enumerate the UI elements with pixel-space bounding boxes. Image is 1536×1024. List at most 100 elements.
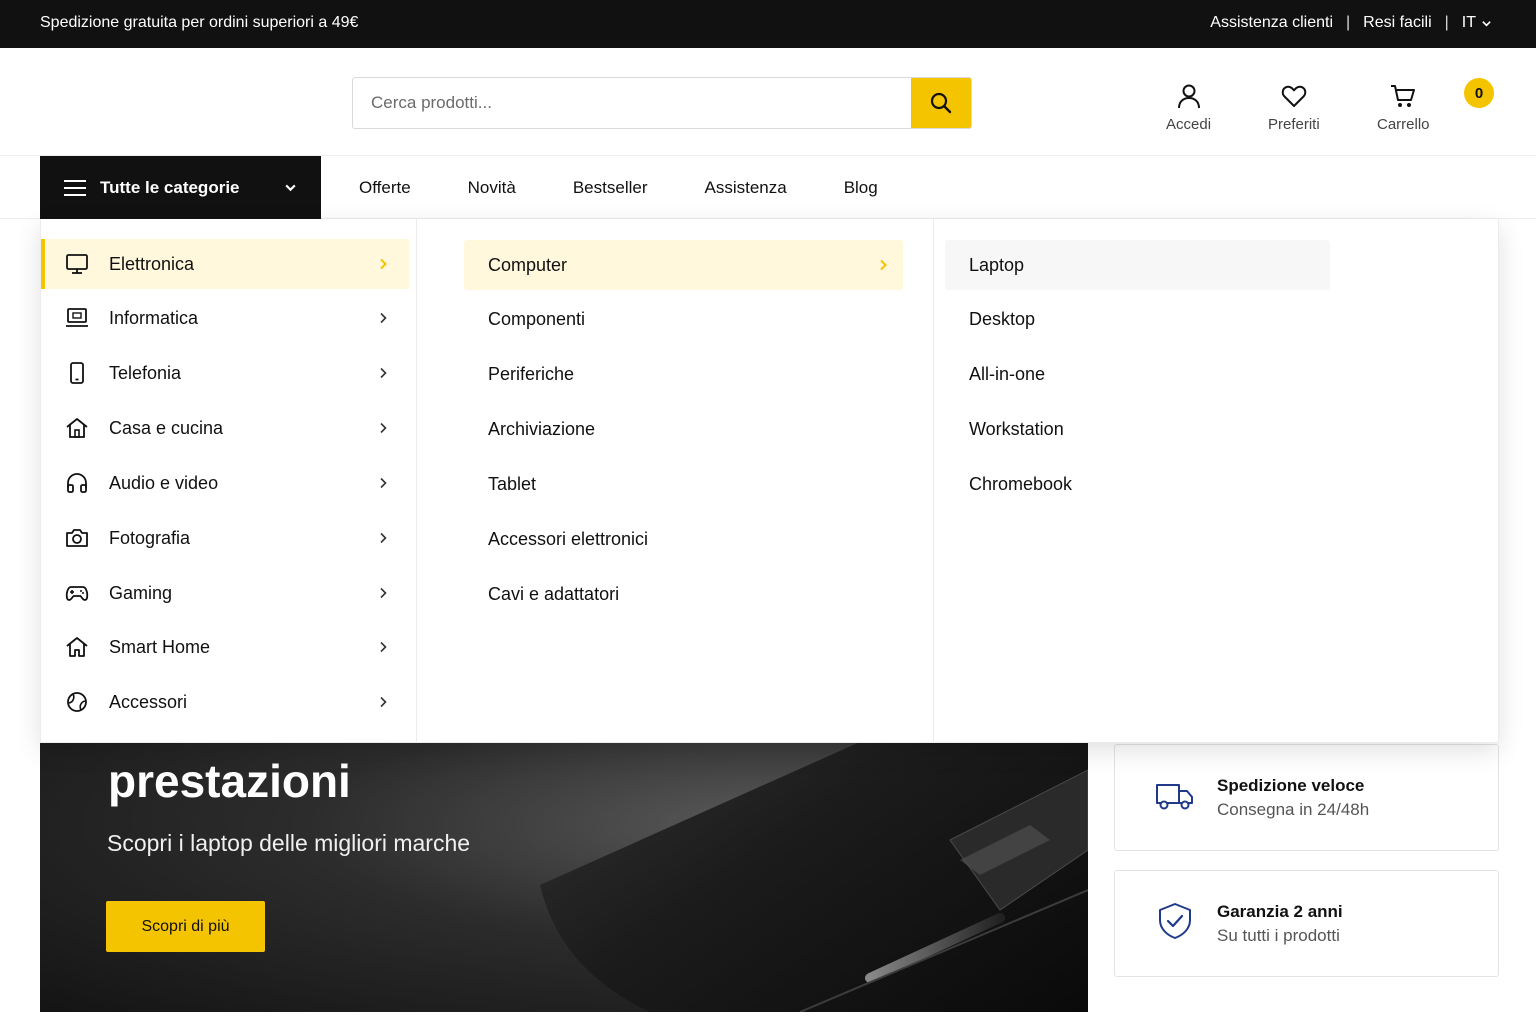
feature-card-shipping: Spedizione veloce Consegna in 24/48h (1114, 744, 1499, 851)
feature-subtitle: Consegna in 24/48h (1217, 800, 1370, 819)
divider: | (1444, 14, 1449, 31)
category-item-audio-e-video[interactable]: Audio e video (41, 458, 409, 508)
chevron-right-icon (380, 422, 387, 434)
nav-link-novita[interactable]: Novità (468, 178, 516, 198)
subcategory-label: Cavi e adattatori (488, 583, 620, 604)
subcategory-item-computer[interactable]: Computer (464, 240, 903, 290)
category-item-accessori[interactable]: Accessori (41, 677, 409, 727)
main-nav: Tutte le categorie Offerte Novità Bestse… (0, 156, 1536, 219)
category-item-casa-e-cucina[interactable]: Casa e cucina (41, 403, 409, 453)
product-type-all-in-one[interactable]: All-in-one (945, 349, 1330, 399)
category-list: Elettronica Informatica Telefonia Casa e… (41, 219, 417, 743)
nav-link-offerte[interactable]: Offerte (359, 178, 411, 198)
nav-links: Offerte Novità Bestseller Assistenza Blo… (359, 178, 935, 198)
product-type-chromebook[interactable]: Chromebook (945, 459, 1330, 509)
category-item-fotografia[interactable]: Fotografia (41, 513, 409, 563)
favorites-label: Preferiti (1268, 116, 1320, 133)
chevron-right-icon (380, 696, 387, 708)
chevron-right-icon (380, 641, 387, 653)
top-links: Assistenza clienti | Resi facili | IT (1210, 14, 1492, 32)
hero-banner: prestazioni Scopri i laptop delle miglio… (40, 700, 1088, 1012)
category-label: Audio e video (109, 472, 219, 493)
search-input[interactable] (353, 78, 911, 128)
all-categories-button[interactable]: Tutte le categorie (40, 156, 321, 219)
easy-returns-link[interactable]: Resi facili (1363, 14, 1431, 32)
subcategory-item-cavi-e-adattatori[interactable]: Cavi e adattatori (464, 569, 903, 619)
subcategory-item-accessori-elettronici[interactable]: Accessori elettronici (464, 514, 903, 564)
product-type-list: Laptop Desktop All-in-one Workstation Ch… (934, 219, 1500, 743)
subcategory-item-tablet[interactable]: Tablet (464, 459, 903, 509)
category-label: Fotografia (109, 527, 191, 548)
laptop-icon (66, 308, 88, 327)
subcategory-label: Accessori elettronici (488, 528, 649, 549)
category-label: Casa e cucina (109, 417, 224, 438)
subcategory-label: Tablet (488, 473, 537, 494)
subcategory-label: Periferiche (488, 363, 575, 384)
headphones-icon (67, 473, 87, 493)
category-item-elettronica[interactable]: Elettronica (41, 239, 409, 289)
chevron-right-icon (380, 532, 387, 544)
subcategory-label: Componenti (488, 308, 586, 329)
hero-subtitle: Scopri i laptop delle migliori marche (107, 830, 471, 856)
chevron-right-icon (380, 367, 387, 379)
user-icon (1177, 84, 1200, 109)
chevron-right-icon (380, 587, 387, 599)
subcategory-list: Computer Componenti Periferiche Archivia… (417, 219, 934, 743)
subcategory-label: Archiviazione (488, 418, 596, 439)
subcategory-item-periferiche[interactable]: Periferiche (464, 349, 903, 399)
site-header: Accedi Preferiti Carrello 0 (0, 48, 1536, 156)
category-item-telefonia[interactable]: Telefonia (41, 348, 409, 398)
smart-home-icon (66, 637, 88, 657)
category-label: Smart Home (109, 636, 211, 657)
search-button[interactable] (911, 78, 971, 128)
chevron-right-icon (880, 259, 887, 271)
language-selector[interactable]: IT (1462, 14, 1492, 32)
camera-icon (66, 529, 88, 547)
hero-title: prestazioni (108, 755, 351, 807)
truck-icon (1156, 784, 1193, 810)
category-item-gaming[interactable]: Gaming (41, 568, 409, 618)
top-bar: Spedizione gratuita per ordini superiori… (0, 0, 1536, 48)
menu-icon (64, 179, 86, 196)
cart-button[interactable]: Carrello (1377, 82, 1430, 133)
subcategory-item-componenti[interactable]: Componenti (464, 294, 903, 344)
category-item-informatica[interactable]: Informatica (41, 293, 409, 343)
product-type-desktop[interactable]: Desktop (945, 294, 1330, 344)
heart-icon (1281, 85, 1307, 107)
feature-title: Spedizione veloce (1217, 776, 1365, 795)
category-label: Telefonia (109, 362, 182, 383)
house-icon (66, 418, 88, 438)
shield-check-icon (1159, 903, 1191, 939)
subcategory-label: Computer (488, 254, 568, 275)
product-type-laptop[interactable]: Laptop (945, 240, 1330, 290)
login-label: Accedi (1166, 116, 1212, 133)
chevron-right-icon (380, 477, 387, 489)
shipping-promo: Spedizione gratuita per ordini superiori… (40, 14, 359, 31)
gamepad-icon (65, 586, 89, 601)
favorites-button[interactable]: Preferiti (1268, 82, 1320, 133)
discover-more-button[interactable]: Scopri di più (106, 901, 265, 952)
chevron-down-icon (1482, 20, 1491, 27)
product-type-workstation[interactable]: Workstation (945, 404, 1330, 454)
smartphone-icon (70, 362, 84, 384)
nav-link-bestseller[interactable]: Bestseller (573, 178, 648, 198)
subcategory-item-archiviazione[interactable]: Archiviazione (464, 404, 903, 454)
nav-link-blog[interactable]: Blog (844, 178, 878, 198)
category-item-smart-home[interactable]: Smart Home (41, 622, 409, 672)
feature-title: Garanzia 2 anni (1217, 902, 1343, 921)
feature-card-warranty: Garanzia 2 anni Su tutti i prodotti (1114, 870, 1499, 977)
login-button[interactable]: Accedi (1166, 82, 1211, 133)
category-label: Informatica (109, 307, 199, 328)
search-bar (352, 77, 972, 129)
language-label: IT (1461, 14, 1476, 31)
category-label: Gaming (109, 582, 173, 603)
divider: | (1346, 14, 1351, 31)
chevron-right-icon (380, 312, 387, 324)
customer-support-link[interactable]: Assistenza clienti (1210, 14, 1333, 32)
nav-link-assistenza[interactable]: Assistenza (704, 178, 786, 198)
cart-label: Carrello (1377, 116, 1430, 133)
cart-count-badge: 0 (1464, 78, 1494, 108)
chevron-right-icon (380, 258, 387, 270)
feature-subtitle: Su tutti i prodotti (1217, 926, 1340, 945)
mega-menu: Elettronica Informatica Telefonia Casa e… (40, 219, 1499, 743)
